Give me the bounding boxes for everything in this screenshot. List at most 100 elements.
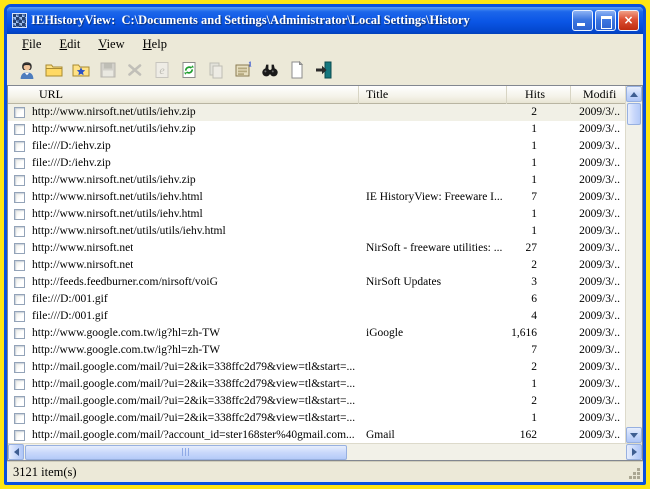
title-cell [359,308,507,325]
table-row[interactable]: http://mail.google.com/mail/?ui=2&ik=338… [8,393,625,410]
row-checkbox[interactable] [14,192,25,203]
table-row[interactable]: http://mail.google.com/mail/?ui=2&ik=338… [8,410,625,427]
modified-cell: 2009/3/.. [571,223,625,240]
title-bar: IEHistoryView: C:\Documents and Settings… [7,7,643,34]
row-checkbox[interactable] [14,328,25,339]
vertical-scroll-thumb[interactable] [627,103,641,125]
row-checkbox[interactable] [14,226,25,237]
table-row[interactable]: http://www.nirsoft.net/utils/iehv.zip 2 … [8,104,625,121]
row-checkbox[interactable] [14,158,25,169]
table-row[interactable]: file:///D:/iehv.zip 1 2009/3/.. [8,155,625,172]
hits-cell: 4 [507,308,571,325]
table-row[interactable]: http://feeds.feedburner.com/nirsoft/voiG… [8,274,625,291]
vertical-scroll-track[interactable] [626,125,642,427]
resize-grip[interactable] [628,467,640,479]
modified-cell: 2009/3/.. [571,410,625,427]
row-checkbox[interactable] [14,430,25,441]
column-header-modified[interactable]: Modifi [571,86,625,104]
hits-cell: 27 [507,240,571,257]
hits-cell: 2 [507,359,571,376]
table-row[interactable]: http://www.nirsoft.net 2 2009/3/.. [8,257,625,274]
scroll-up-button[interactable] [626,86,642,102]
table-row[interactable]: http://www.nirsoft.net/utils/iehv.zip 1 … [8,121,625,138]
svg-text:1: 1 [248,61,252,69]
open-folder-icon[interactable] [42,58,66,82]
column-headers: URL Title Hits Modifi [8,86,625,104]
close-button[interactable]: × [618,10,639,31]
table-row[interactable]: http://www.nirsoft.net/utils/iehv.zip 1 … [8,172,625,189]
maximize-button[interactable] [595,10,616,31]
url-cell: http://www.nirsoft.net/utils/iehv.zip [32,104,196,121]
table-row[interactable]: http://mail.google.com/mail/?account_id=… [8,427,625,443]
row-checkbox[interactable] [14,379,25,390]
find-icon[interactable] [258,58,282,82]
user-accounts-icon[interactable] [15,58,39,82]
properties-icon[interactable]: 1 [231,58,255,82]
scroll-down-button[interactable] [626,427,642,443]
modified-cell: 2009/3/.. [571,206,625,223]
exit-icon[interactable] [312,58,336,82]
table-row[interactable]: file:///D:/001.gif 6 2009/3/.. [8,291,625,308]
modified-cell: 2009/3/.. [571,291,625,308]
menu-file[interactable]: File [13,36,50,54]
row-checkbox[interactable] [14,362,25,373]
modified-cell: 2009/3/.. [571,359,625,376]
table-row[interactable]: http://www.nirsoft.net/utils/utils/iehv.… [8,223,625,240]
hits-cell: 7 [507,189,571,206]
menu-view[interactable]: View [89,36,133,54]
row-checkbox[interactable] [14,209,25,220]
row-checkbox[interactable] [14,345,25,356]
table-row[interactable]: http://www.nirsoft.net/utils/iehv.html I… [8,189,625,206]
row-checkbox[interactable] [14,141,25,152]
favorites-folder-icon[interactable] [69,58,93,82]
url-cell: http://www.nirsoft.net/utils/iehv.html [32,206,203,223]
row-checkbox[interactable] [14,243,25,254]
row-checkbox[interactable] [14,260,25,271]
url-cell: file:///D:/iehv.zip [32,155,111,172]
row-checkbox[interactable] [14,311,25,322]
refresh-icon[interactable] [177,58,201,82]
app-window: IEHistoryView: C:\Documents and Settings… [4,4,646,485]
history-rows: http://www.nirsoft.net/utils/iehv.zip 2 … [8,104,625,443]
title-cell [359,257,507,274]
vertical-scrollbar[interactable] [625,86,642,443]
row-checkbox[interactable] [14,107,25,118]
table-row[interactable]: file:///D:/iehv.zip 1 2009/3/.. [8,138,625,155]
table-row[interactable]: http://www.nirsoft.net NirSoft - freewar… [8,240,625,257]
hits-cell: 1 [507,376,571,393]
horizontal-scroll-thumb[interactable] [25,445,347,460]
horizontal-scroll-track[interactable] [347,444,626,460]
row-checkbox[interactable] [14,413,25,424]
row-checkbox[interactable] [14,277,25,288]
title-cell [359,138,507,155]
title-cell [359,342,507,359]
column-header-url[interactable]: URL [8,86,359,104]
menu-help[interactable]: Help [134,36,176,54]
url-cell: http://mail.google.com/mail/?ui=2&ik=338… [32,376,355,393]
scroll-right-button[interactable] [626,444,642,460]
toolbar: e 1 [7,55,643,85]
report-icon[interactable] [285,58,309,82]
column-header-hits[interactable]: Hits [507,86,571,104]
url-cell: http://www.nirsoft.net [32,240,133,257]
row-checkbox[interactable] [14,396,25,407]
minimize-button[interactable] [572,10,593,31]
row-checkbox[interactable] [14,294,25,305]
url-cell: http://www.nirsoft.net/utils/iehv.html [32,189,203,206]
table-row[interactable]: http://www.nirsoft.net/utils/iehv.html 1… [8,206,625,223]
column-header-title[interactable]: Title [359,86,507,104]
table-row[interactable]: http://www.google.com.tw/ig?hl=zh-TW iGo… [8,325,625,342]
scroll-left-button[interactable] [8,444,24,460]
table-row[interactable]: file:///D:/001.gif 4 2009/3/.. [8,308,625,325]
row-checkbox[interactable] [14,124,25,135]
row-checkbox[interactable] [14,175,25,186]
horizontal-scrollbar[interactable] [8,443,642,460]
table-row[interactable]: http://mail.google.com/mail/?ui=2&ik=338… [8,376,625,393]
table-row[interactable]: http://mail.google.com/mail/?ui=2&ik=338… [8,359,625,376]
save-icon [96,58,120,82]
table-row[interactable]: http://www.google.com.tw/ig?hl=zh-TW 7 2… [8,342,625,359]
title-cell: IE HistoryView: Freeware I... [359,189,507,206]
title-cell: Gmail [359,427,507,443]
menu-edit[interactable]: Edit [50,36,89,54]
title-cell [359,206,507,223]
